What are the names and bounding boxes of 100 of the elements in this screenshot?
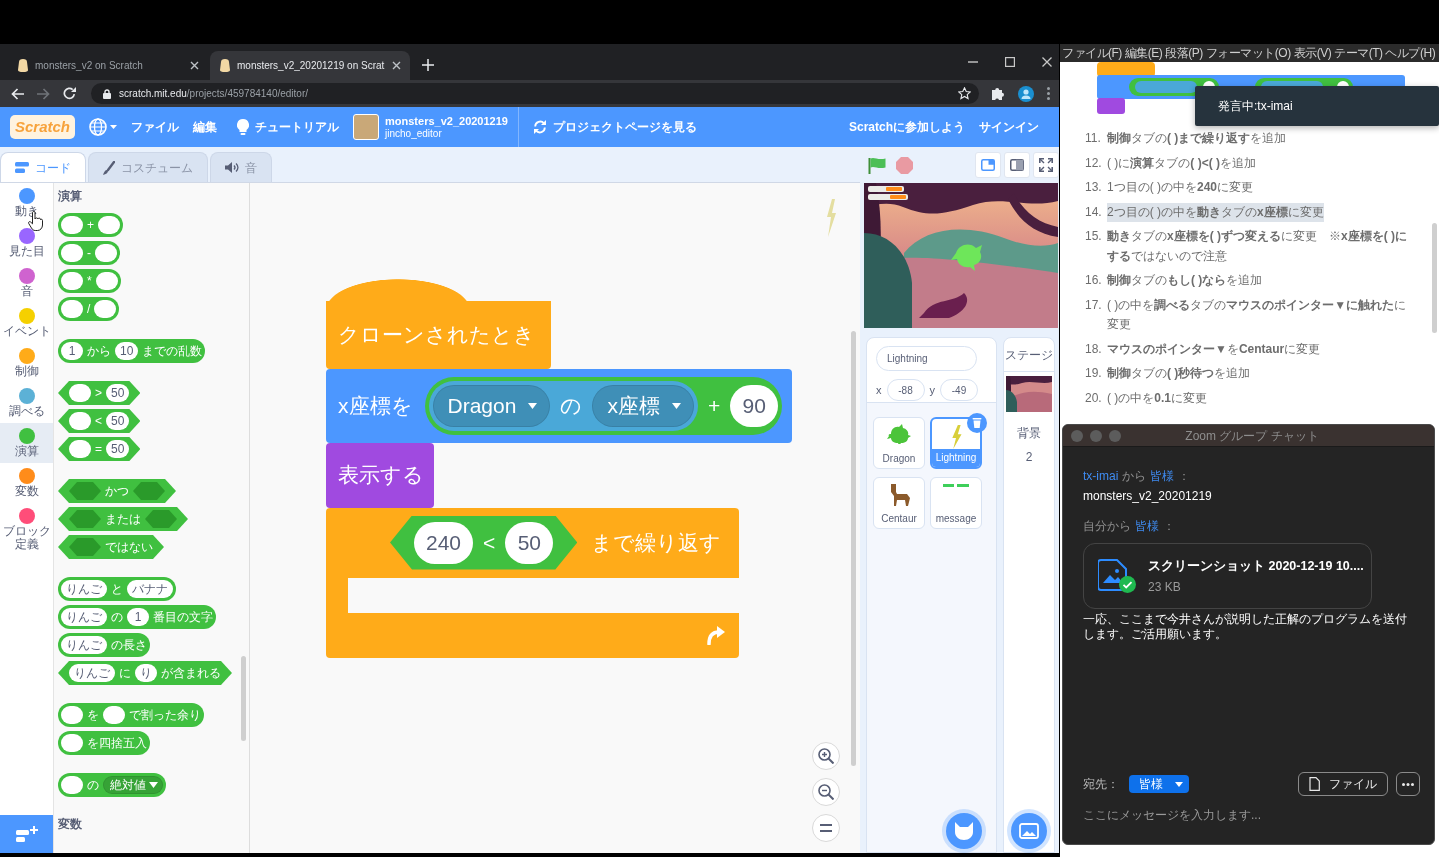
recipient-dropdown[interactable]: 皆様: [1129, 775, 1189, 793]
language-menu[interactable]: [89, 118, 118, 136]
boolean-block[interactable]: りんご に り が含まれる: [58, 661, 232, 685]
category-item[interactable]: 調べる: [0, 383, 53, 423]
boolean-block[interactable]: < 50: [58, 409, 141, 433]
input-slot[interactable]: 90: [730, 384, 779, 427]
window-dot-icon[interactable]: [1090, 429, 1102, 442]
menu-item[interactable]: フォーマット(O): [1205, 44, 1291, 62]
browser-tab[interactable]: monsters_v2_20201219 on Scrat: [210, 51, 410, 80]
category-item[interactable]: イベント: [0, 303, 53, 343]
add-backdrop-button[interactable]: [1011, 813, 1047, 849]
boolean-block[interactable]: > 50: [58, 381, 141, 405]
scrollbar-thumb[interactable]: [241, 656, 246, 741]
input-slot[interactable]: りんご: [61, 580, 107, 598]
back-arrow-icon[interactable]: [11, 87, 24, 100]
boolean-block[interactable]: = 50: [58, 437, 141, 461]
input-slot[interactable]: り: [135, 664, 157, 682]
loop-block[interactable]: 240 < 50 まで繰り返す: [326, 507, 740, 658]
input-slot[interactable]: [61, 272, 83, 290]
reload-icon[interactable]: [63, 87, 76, 100]
browser-tab[interactable]: monsters_v2 on Scratch: [8, 51, 208, 80]
input-slot[interactable]: [61, 216, 83, 234]
input-slot[interactable]: りんご: [61, 608, 107, 626]
zoom-out-button[interactable]: [812, 778, 840, 806]
category-item[interactable]: 変数: [0, 463, 53, 503]
input-slot[interactable]: [61, 300, 83, 318]
input-slot[interactable]: [61, 706, 83, 724]
boolean-slot[interactable]: [133, 482, 165, 500]
window-dot-icon[interactable]: [1109, 429, 1121, 442]
normal-stage-button[interactable]: [1004, 152, 1030, 178]
new-tab-plus-icon[interactable]: [422, 59, 434, 71]
menu-item[interactable]: ファイル(F): [1062, 44, 1122, 62]
backdrop-thumbnail-drawing[interactable]: [1006, 376, 1052, 412]
input-slot[interactable]: [103, 706, 125, 724]
window-dot-icon[interactable]: [1071, 429, 1083, 442]
small-stage-button[interactable]: [975, 152, 1001, 178]
reporter-block[interactable]: りんご の長さ: [58, 633, 150, 657]
close-icon[interactable]: [1042, 57, 1052, 67]
dropdown-menu[interactable]: x座標: [592, 384, 694, 427]
input-slot[interactable]: [61, 776, 83, 794]
input-slot[interactable]: 50: [505, 521, 554, 564]
scrollbar-thumb[interactable]: [1432, 223, 1437, 333]
command-block[interactable]: x座標を Dragon の x座標 + 90: [326, 368, 793, 443]
input-slot[interactable]: 50: [106, 412, 130, 430]
y-position-field[interactable]: -49: [940, 379, 978, 401]
file-attachment-card[interactable]: スクリーンショット 2020-12-19 10.... 23 KB: [1083, 543, 1372, 610]
reporter-block[interactable]: Dragon の x座標 + 90: [424, 376, 783, 435]
stop-icon[interactable]: [896, 156, 913, 174]
input-slot[interactable]: 240: [414, 521, 474, 564]
fullscreen-button[interactable]: [1033, 152, 1059, 178]
category-item[interactable]: 見た目: [0, 223, 53, 263]
boolean-slot[interactable]: [69, 510, 101, 528]
category-item[interactable]: 制御: [0, 343, 53, 383]
dropdown-menu[interactable]: Dragon: [432, 384, 551, 427]
forward-arrow-icon[interactable]: [37, 87, 50, 100]
address-bar[interactable]: scratch.mit.edu/projects/459784140/editor/: [91, 83, 979, 104]
input-slot[interactable]: 50: [106, 440, 130, 458]
close-icon[interactable]: [190, 61, 199, 70]
boolean-slot[interactable]: [145, 510, 177, 528]
close-icon[interactable]: [392, 61, 401, 70]
input-slot[interactable]: [94, 300, 117, 318]
reporter-block[interactable]: 1 から 10 までの乱数: [58, 339, 206, 363]
reporter-block[interactable]: りんご の 1 番目の文字: [58, 605, 216, 629]
x-position-field[interactable]: -88: [886, 379, 925, 401]
input-slot[interactable]: 1: [61, 342, 83, 360]
category-item[interactable]: ブロック定義: [0, 503, 53, 554]
input-slot[interactable]: [98, 216, 120, 234]
sprite-tile[interactable]: Dragon: [873, 417, 925, 469]
flag-icon[interactable]: [868, 156, 886, 174]
category-item[interactable]: 音: [0, 263, 53, 303]
command-block[interactable]: 表示する: [326, 442, 434, 508]
trash-icon[interactable]: [967, 413, 987, 433]
file-button[interactable]: ファイル: [1298, 772, 1388, 796]
input-slot[interactable]: [69, 440, 91, 458]
sprite-name-field[interactable]: Lightning: [876, 346, 977, 371]
input-slot[interactable]: [61, 244, 83, 262]
boolean-slot[interactable]: [69, 482, 101, 500]
profile-avatar-icon[interactable]: [1018, 85, 1034, 102]
star-icon[interactable]: [958, 87, 971, 100]
scrollbar-thumb[interactable]: [851, 331, 856, 766]
maximize-icon[interactable]: [1005, 57, 1015, 67]
input-slot[interactable]: 1: [127, 608, 149, 626]
menu-item[interactable]: ヘルプ(H): [1385, 44, 1436, 62]
more-vert-icon[interactable]: [1047, 87, 1050, 100]
zoom-in-button[interactable]: [812, 742, 840, 770]
menu-item[interactable]: 段落(P): [1165, 44, 1203, 62]
input-slot[interactable]: [95, 272, 118, 290]
input-slot[interactable]: バナナ: [127, 580, 173, 598]
reporter-block[interactable]: Dragon の x座標: [428, 380, 698, 431]
input-slot[interactable]: りんご: [61, 636, 107, 654]
menu-item[interactable]: テーマ(T): [1334, 44, 1383, 62]
boolean-block[interactable]: 240 < 50: [390, 515, 578, 570]
input-slot[interactable]: [69, 384, 91, 402]
input-slot[interactable]: [69, 412, 91, 430]
input-slot[interactable]: [61, 734, 83, 752]
menu-item[interactable]: 表示(V): [1293, 44, 1332, 62]
add-extension-button[interactable]: [0, 815, 53, 853]
sprite-tile[interactable]: Centaur: [873, 477, 925, 529]
boolean-slot[interactable]: [69, 538, 101, 556]
more-options-button[interactable]: [1396, 772, 1420, 796]
